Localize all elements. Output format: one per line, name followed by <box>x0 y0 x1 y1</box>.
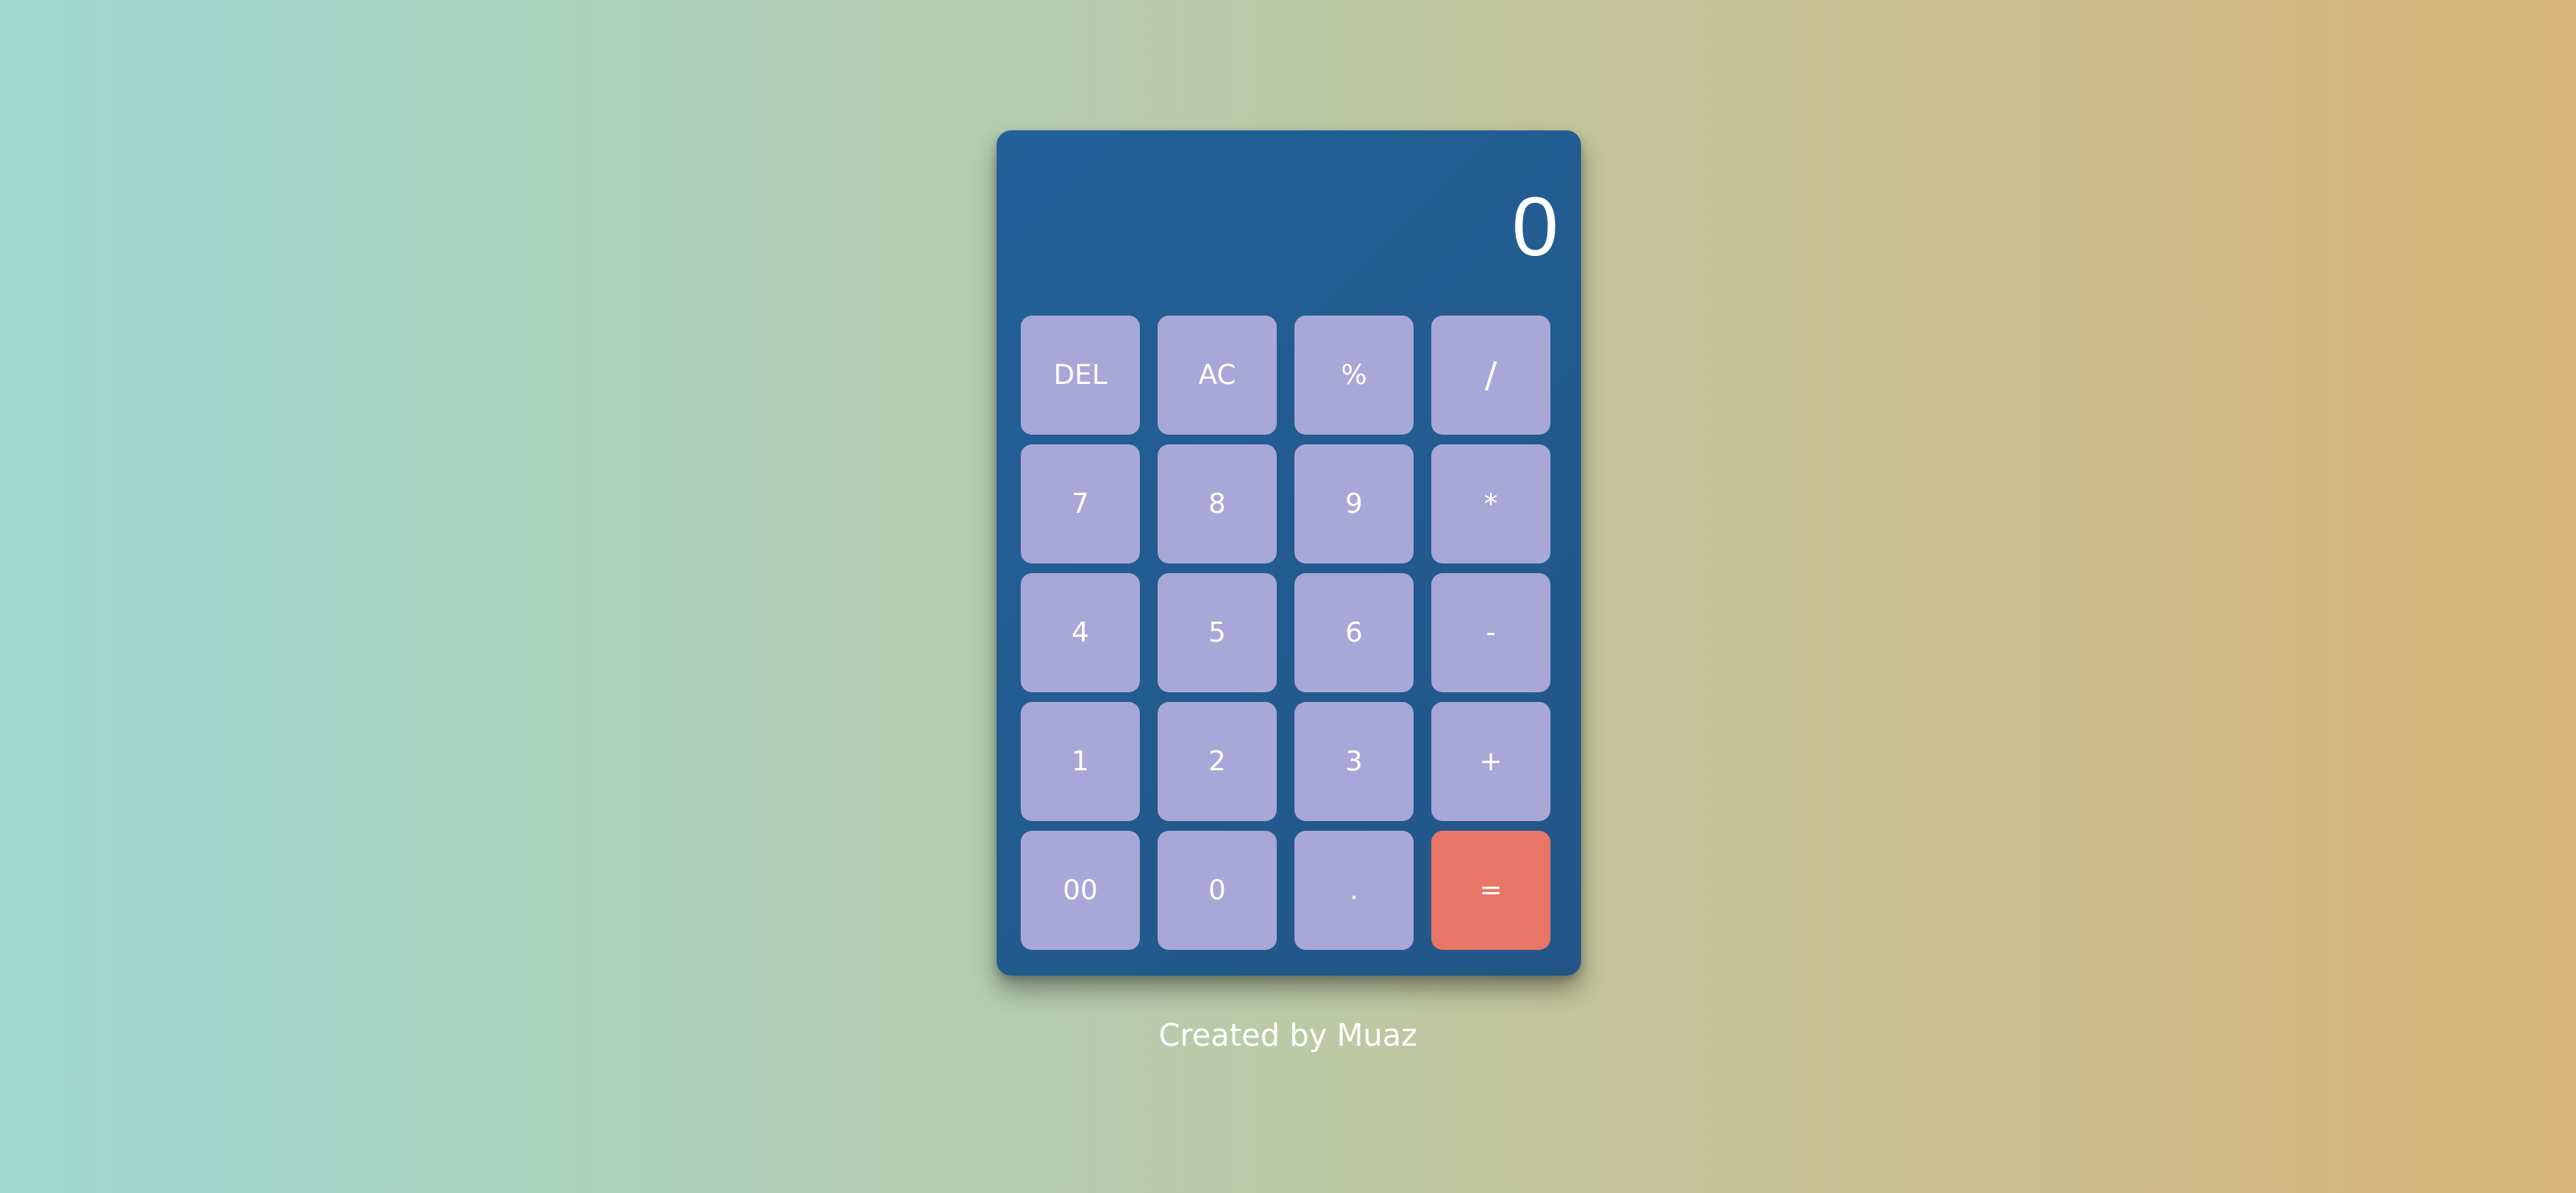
digit-1-button[interactable]: 1 <box>1021 702 1140 821</box>
digit-5-button[interactable]: 5 <box>1158 573 1277 692</box>
calculator: 0 DEL AC % / 7 8 9 * 4 5 6 - 1 2 3 + 00 … <box>997 130 1581 976</box>
all-clear-button[interactable]: AC <box>1158 316 1277 435</box>
percent-button[interactable]: % <box>1294 316 1414 435</box>
digit-0-button[interactable]: 0 <box>1158 831 1277 950</box>
delete-button[interactable]: DEL <box>1021 316 1140 435</box>
digit-9-button[interactable]: 9 <box>1294 444 1414 563</box>
decimal-point-button[interactable]: . <box>1294 831 1414 950</box>
digit-8-button[interactable]: 8 <box>1158 444 1277 563</box>
digit-6-button[interactable]: 6 <box>1294 573 1414 692</box>
double-zero-button[interactable]: 00 <box>1021 831 1140 950</box>
divide-button[interactable]: / <box>1431 316 1550 435</box>
footer-credit: Created by Muaz <box>1158 1018 1418 1053</box>
digit-4-button[interactable]: 4 <box>1021 573 1140 692</box>
digit-7-button[interactable]: 7 <box>1021 444 1140 563</box>
digit-3-button[interactable]: 3 <box>1294 702 1414 821</box>
digit-2-button[interactable]: 2 <box>1158 702 1277 821</box>
display-value: 0 <box>1512 180 1558 274</box>
equals-button[interactable]: = <box>1431 831 1550 950</box>
keypad: DEL AC % / 7 8 9 * 4 5 6 - 1 2 3 + 00 0 … <box>1021 316 1550 950</box>
add-button[interactable]: + <box>1431 702 1550 821</box>
multiply-button[interactable]: * <box>1431 444 1550 563</box>
subtract-button[interactable]: - <box>1431 573 1550 692</box>
